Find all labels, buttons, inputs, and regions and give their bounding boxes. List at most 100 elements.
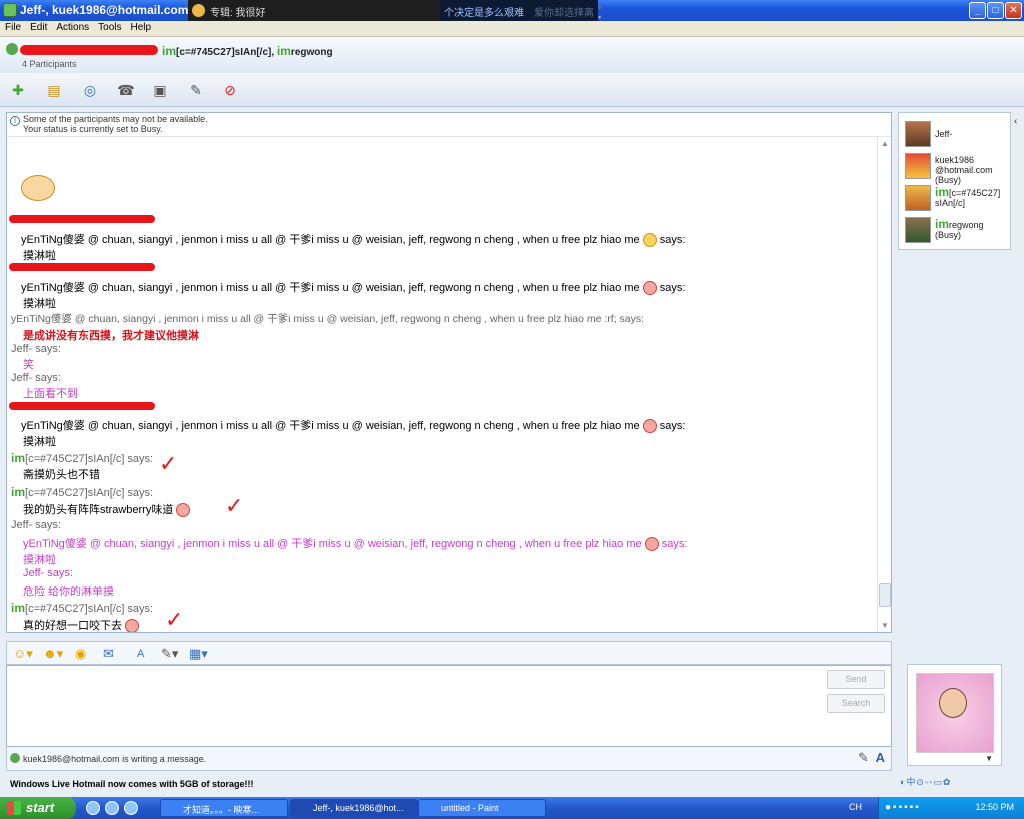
my-display-picture[interactable]: ▼ bbox=[907, 664, 1002, 766]
share-icon[interactable]: ▣ bbox=[150, 80, 170, 100]
sender-name: [c=#745C27]sIAn[/c] says: bbox=[25, 603, 154, 615]
conversation-header: im[c=#745C27]sIAn[/c], imregwong 4 Parti… bbox=[0, 37, 1024, 73]
conversation-pane[interactable]: i Some of the participants may not be av… bbox=[6, 112, 892, 633]
handwriting-mode-icon[interactable]: ✎ bbox=[858, 750, 869, 766]
start-label: start bbox=[26, 800, 55, 815]
check-mark: ✓ bbox=[225, 493, 244, 518]
message-body: 斋摸奶头也不错 bbox=[23, 469, 100, 481]
participant-name: Jeff- bbox=[935, 129, 953, 139]
avatar-face bbox=[939, 688, 967, 718]
participant-count: 4 Participants bbox=[22, 59, 77, 69]
ime-toolbar[interactable]: ◐中⊙◦◦▭✿ bbox=[900, 775, 951, 788]
media-ticker: 个决定是多么艰难 爱你却选择离 bbox=[440, 0, 598, 21]
check-mark: ✓ bbox=[159, 451, 178, 476]
collapse-panel-icon[interactable]: ‹ bbox=[1014, 116, 1017, 127]
activities-icon[interactable]: ✎ bbox=[186, 80, 206, 100]
says-label: says: bbox=[661, 538, 688, 550]
message-header: im[c=#745C27]sIAn[/c] says: bbox=[11, 601, 153, 615]
media-window-controls[interactable]: ▫ ▪ bbox=[598, 2, 601, 22]
font-icon[interactable]: A bbox=[137, 648, 144, 660]
ticker-text: 个决定是多么艰难 bbox=[444, 8, 524, 19]
language-indicator[interactable]: CH bbox=[849, 802, 862, 812]
title-bar: Jeff-, kuek1986@hotmail.com, ... 专辑: 我很好… bbox=[0, 0, 1024, 22]
participant-name: im[c=#745C27] sIAn[/c] bbox=[935, 185, 1001, 208]
window-title: Jeff-, kuek1986@hotmail.com, ... bbox=[20, 3, 206, 17]
message-body: 真的好想一口咬下去 bbox=[23, 617, 140, 632]
call-icon[interactable]: ☎ bbox=[116, 80, 136, 100]
tray-icons[interactable]: ●▪▪▪▪▪ bbox=[885, 802, 921, 813]
says-label: says: bbox=[659, 282, 686, 294]
taskbar-item-paint[interactable]: untitled - Paint bbox=[418, 799, 546, 817]
redaction-mark bbox=[20, 45, 158, 55]
menu-help[interactable]: Help bbox=[126, 21, 156, 33]
menu-actions[interactable]: Actions bbox=[51, 21, 93, 33]
message-body: 危险 给你的淋单摸 bbox=[23, 586, 115, 598]
contact-status-icon bbox=[6, 43, 18, 55]
invite-contact-icon[interactable]: ✚ bbox=[8, 80, 28, 100]
messenger-icon[interactable] bbox=[124, 801, 138, 815]
message-header: yEnTiNg傻婆 @ chuan, siangyi , jenmon i mi… bbox=[23, 535, 688, 552]
background-icon[interactable]: ▦▾ bbox=[189, 646, 208, 662]
participant-name-regwong: regwong bbox=[290, 47, 333, 58]
menu-edit[interactable]: Edit bbox=[25, 21, 51, 33]
message-body: 摸淋啦 bbox=[23, 250, 56, 262]
avatar bbox=[905, 217, 931, 243]
message-header: yEnTiNg傻婆 @ chuan, siangyi , jenmon i mi… bbox=[21, 417, 686, 434]
smile-emoticon-icon bbox=[642, 233, 657, 248]
message-body: 摸淋啦 bbox=[23, 554, 56, 566]
compose-toolbar: ☺▾ ☻▾ ◉ ✉ A ✎▾ ▦▾ bbox=[6, 641, 892, 665]
action-toolbar: ✚ ▤ ◎ ☎ ▣ ✎ ⊘ bbox=[0, 73, 1024, 107]
nudge-icon[interactable]: ◉ bbox=[75, 646, 86, 662]
system-tray: ●▪▪▪▪▪ 12:50 PM bbox=[878, 797, 1024, 819]
says-label: says: bbox=[659, 234, 686, 246]
scroll-thumb[interactable] bbox=[879, 583, 891, 607]
send-button[interactable]: Send bbox=[827, 670, 885, 689]
voice-clip-icon[interactable]: ✉ bbox=[103, 646, 114, 662]
message-header: Jeff- says: bbox=[11, 372, 61, 384]
sender-name: [c=#745C27]sIAn[/c] says: bbox=[25, 453, 154, 465]
send-files-icon[interactable]: ▤ bbox=[44, 80, 64, 100]
message-input[interactable]: Send Search bbox=[6, 665, 892, 747]
block-icon[interactable]: ⊘ bbox=[220, 80, 240, 100]
close-button[interactable]: ✕ bbox=[1005, 2, 1022, 19]
taskbar: start 才知道。。。- 映寒... Jeff-, kuek1986@hot.… bbox=[0, 797, 1024, 819]
message-header: im[c=#745C27]sIAn[/c] says: bbox=[11, 485, 153, 499]
menu-tools[interactable]: Tools bbox=[93, 21, 125, 33]
avatar bbox=[905, 153, 931, 179]
scroll-down-icon[interactable]: ▼ bbox=[881, 621, 889, 630]
start-button[interactable]: start bbox=[0, 797, 76, 819]
participant-names: im[c=#745C27]sIAn[/c], imregwong bbox=[162, 44, 333, 58]
ie-icon[interactable] bbox=[86, 801, 100, 815]
video-call-icon[interactable]: ◎ bbox=[80, 80, 100, 100]
participant-name: imregwong (Busy) bbox=[935, 217, 984, 240]
handwriting-icon[interactable]: ✎▾ bbox=[161, 646, 178, 662]
menu-file[interactable]: File bbox=[0, 21, 25, 33]
avatar bbox=[905, 121, 931, 147]
says-label: says: bbox=[659, 420, 686, 432]
media-title: 专辑: 我很好 bbox=[210, 8, 266, 19]
im-icon: im bbox=[935, 217, 950, 231]
messenger-icon bbox=[3, 3, 17, 17]
check-mark: ✓ bbox=[165, 607, 184, 632]
search-button[interactable]: Search bbox=[827, 694, 885, 713]
face-emoticon-icon bbox=[642, 419, 657, 434]
contact-status-icon bbox=[10, 753, 20, 763]
conversation-scrollbar[interactable]: ▲ ▼ bbox=[877, 137, 891, 632]
message-body: 笑 bbox=[23, 359, 34, 371]
chevron-down-icon[interactable]: ▼ bbox=[985, 754, 993, 763]
quicklaunch-icon[interactable] bbox=[105, 801, 119, 815]
hotmail-ad[interactable]: Windows Live Hotmail now comes with 5GB … bbox=[10, 779, 253, 789]
avatar bbox=[916, 673, 994, 753]
info-icon: i bbox=[10, 116, 20, 126]
face-emoticon-icon bbox=[125, 619, 140, 632]
emoticon-icon[interactable]: ☺▾ bbox=[13, 646, 33, 662]
minimize-button[interactable]: _ bbox=[969, 2, 986, 19]
maximize-button[interactable]: □ bbox=[987, 2, 1004, 19]
taskbar-item-messenger[interactable]: Jeff-, kuek1986@hot... bbox=[290, 799, 418, 817]
message-text: 我的奶头有阵阵strawberry味道 bbox=[23, 504, 174, 516]
message-text: 真的好想一口咬下去 bbox=[23, 620, 122, 632]
text-mode-icon[interactable]: A bbox=[876, 750, 885, 765]
wink-icon[interactable]: ☻▾ bbox=[43, 646, 63, 662]
taskbar-item-browser[interactable]: 才知道。。。- 映寒... bbox=[160, 799, 288, 817]
scroll-up-icon[interactable]: ▲ bbox=[881, 139, 889, 148]
